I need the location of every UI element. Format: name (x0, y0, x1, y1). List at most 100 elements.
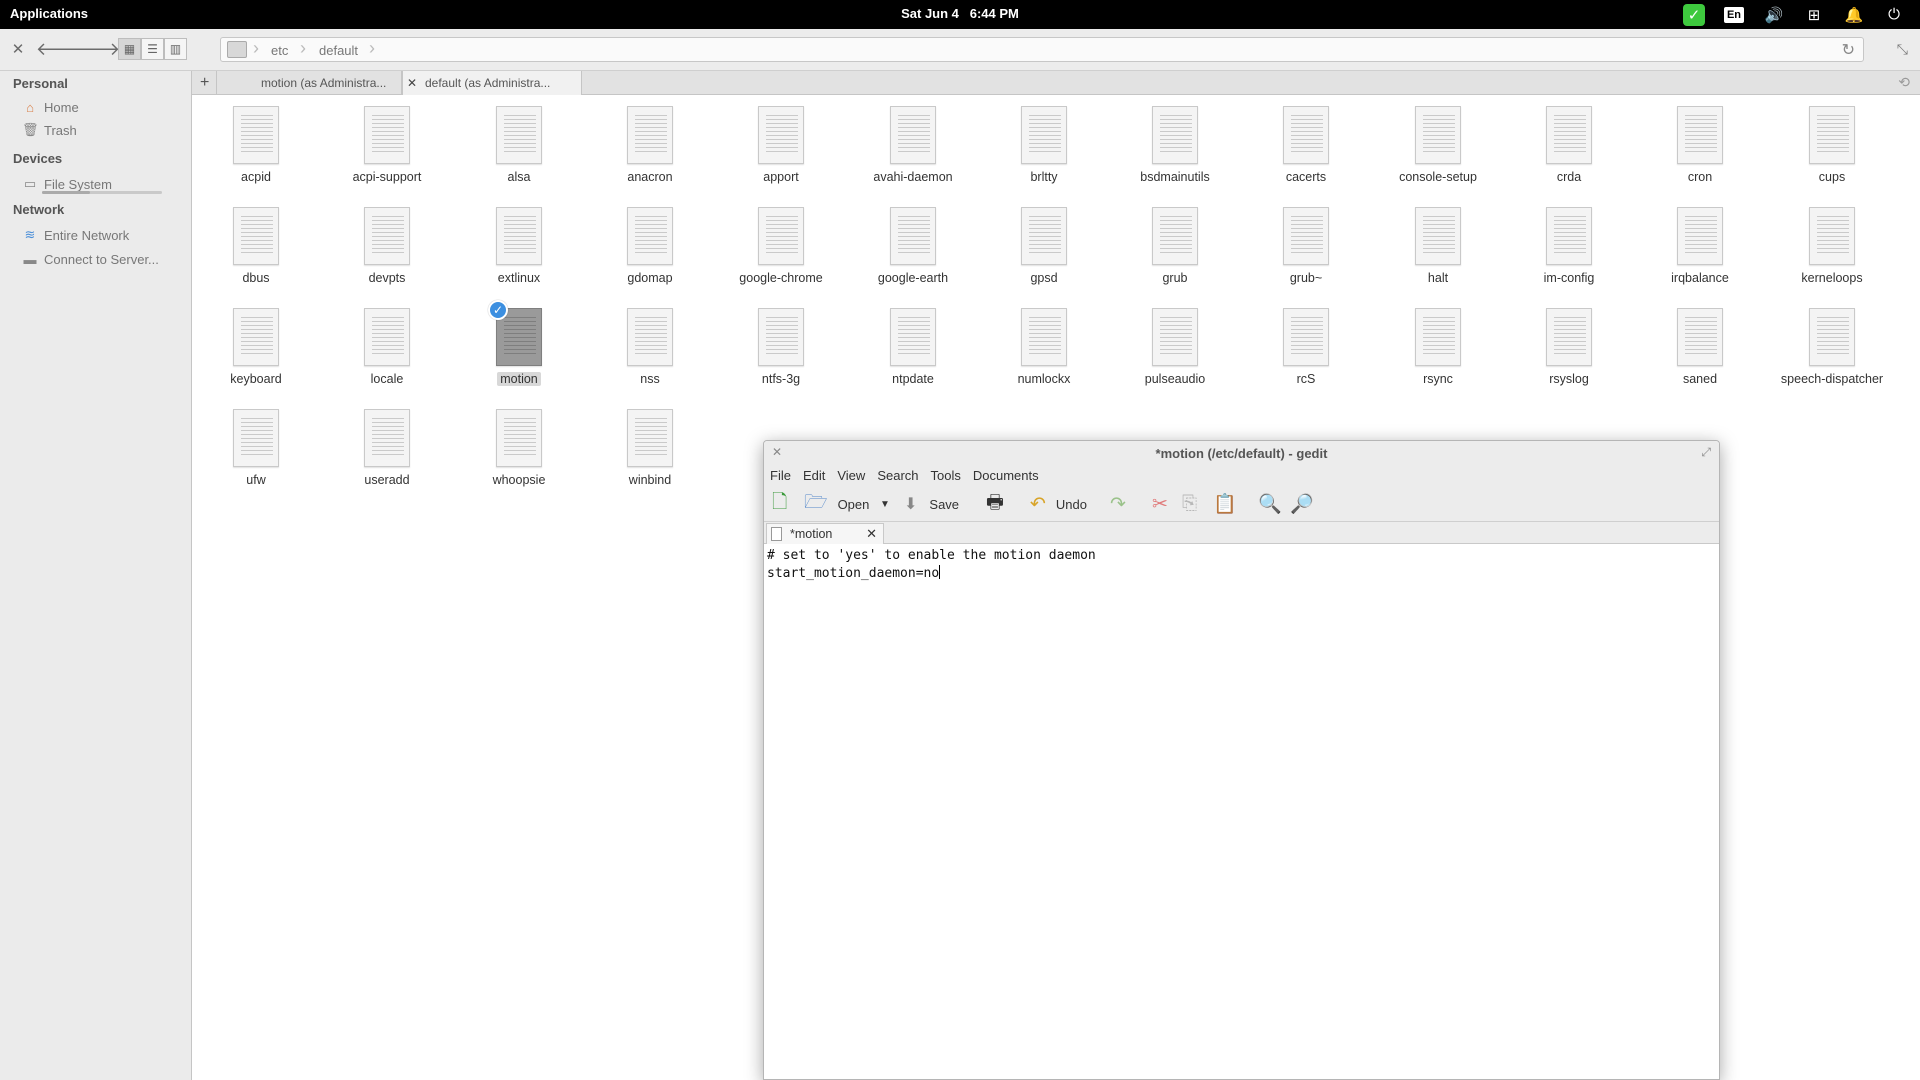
sidebar-item-entire-network[interactable]: ≋ Entire Network (22, 225, 130, 245)
icon-view-icon[interactable]: ▦ (118, 38, 141, 60)
window-titlebar[interactable]: ✕ *motion (/etc/default) - gedit ⤢ (764, 441, 1719, 466)
text-file-icon (758, 106, 804, 164)
tab-motion-doc[interactable]: *motion ✕ (766, 523, 884, 544)
file-item[interactable]: extlinux (455, 197, 583, 297)
file-item[interactable]: grub~ (1242, 197, 1370, 297)
text-file-icon (627, 106, 673, 164)
file-item[interactable]: kerneloops (1768, 197, 1896, 297)
keyboard-layout-icon[interactable]: En (1714, 0, 1754, 29)
file-item[interactable]: brltty (980, 96, 1108, 196)
file-item[interactable]: nss (586, 298, 714, 398)
list-view-icon[interactable]: ☰ (141, 38, 164, 60)
file-item[interactable]: halt (1374, 197, 1502, 297)
file-item[interactable]: im-config (1505, 197, 1633, 297)
back-icon[interactable]: 🡐 (36, 38, 84, 60)
file-item[interactable]: rcS (1242, 298, 1370, 398)
fullscreen-icon[interactable]: ⤡ (1897, 41, 1908, 58)
breadcrumb-etc[interactable]: etc (271, 43, 288, 58)
menu-file[interactable]: File (764, 466, 797, 486)
volume-icon[interactable]: 🔊 (1754, 0, 1794, 29)
file-item[interactable]: cron (1636, 96, 1764, 196)
file-item[interactable]: ufw (192, 399, 320, 499)
close-icon[interactable]: ✕ (866, 526, 877, 542)
tab-close-icon[interactable]: ✕ (403, 76, 421, 90)
file-item[interactable]: ntfs-3g (717, 298, 845, 398)
file-item[interactable]: ntpdate (849, 298, 977, 398)
file-item[interactable]: winbind (586, 399, 714, 499)
file-item[interactable]: avahi-daemon (849, 96, 977, 196)
new-document-button[interactable]: 🗋 (772, 486, 787, 522)
update-check-icon[interactable]: ✓ (1674, 0, 1714, 29)
file-item[interactable]: speech-dispatcher (1768, 298, 1896, 398)
forward-icon[interactable]: 🡒 (72, 38, 120, 60)
reload-icon[interactable]: ↻ (1842, 40, 1855, 60)
sidebar-item-trash[interactable]: 🗑 Trash (22, 120, 77, 140)
selection-check-icon[interactable]: ✓ (488, 300, 508, 320)
file-item[interactable]: devpts (323, 197, 451, 297)
file-item[interactable]: acpi-support (323, 96, 451, 196)
file-label: speech-dispatcher (1780, 372, 1884, 386)
menu-view[interactable]: View (831, 466, 871, 486)
file-item[interactable]: alsa (455, 96, 583, 196)
file-item[interactable]: gpsd (980, 197, 1108, 297)
file-item[interactable]: bsdmainutils (1111, 96, 1239, 196)
tab-motion[interactable]: motion (as Administra... (216, 71, 402, 95)
menu-tools[interactable]: Tools (925, 466, 967, 486)
file-item[interactable]: cups (1768, 96, 1896, 196)
file-item[interactable]: acpid (192, 96, 320, 196)
power-icon[interactable]: ⏻ (1874, 0, 1914, 29)
redo-button[interactable]: ↷ (1110, 486, 1126, 522)
close-icon[interactable]: ✕ (8, 39, 28, 59)
undo-button[interactable]: ↶ Undo (1030, 486, 1087, 522)
paste-button[interactable]: 📋 (1213, 486, 1237, 522)
drive-icon[interactable] (227, 41, 247, 58)
file-item[interactable]: cacerts (1242, 96, 1370, 196)
notifications-icon[interactable]: 🔔 (1834, 0, 1874, 29)
print-button[interactable]: 🖶 (986, 486, 1004, 522)
history-icon[interactable]: ⟲ (1898, 74, 1910, 91)
file-item[interactable]: keyboard (192, 298, 320, 398)
file-item[interactable]: apport (717, 96, 845, 196)
cut-button[interactable]: ✂ (1152, 486, 1168, 522)
file-item[interactable]: google-earth (849, 197, 977, 297)
network-icon[interactable]: ⊞ (1794, 0, 1834, 29)
save-button[interactable]: ⬇ Save (904, 486, 959, 522)
maximize-icon[interactable]: ⤢ (1701, 445, 1711, 460)
file-item[interactable]: console-setup (1374, 96, 1502, 196)
replace-button[interactable]: 🔎 (1290, 486, 1314, 522)
file-item[interactable]: useradd (323, 399, 451, 499)
file-item[interactable]: pulseaudio (1111, 298, 1239, 398)
file-item[interactable]: anacron (586, 96, 714, 196)
file-item[interactable]: numlockx (980, 298, 1108, 398)
breadcrumb-default[interactable]: default (319, 43, 358, 58)
file-item[interactable]: gdomap (586, 197, 714, 297)
file-item[interactable]: whoopsie (455, 399, 583, 499)
file-item[interactable]: google-chrome (717, 197, 845, 297)
file-item[interactable]: ✓ motion (455, 298, 583, 398)
file-item[interactable]: rsyslog (1505, 298, 1633, 398)
sidebar-item-home[interactable]: ⌂ Home (22, 97, 79, 117)
file-item[interactable]: dbus (192, 197, 320, 297)
clock-date[interactable]: Sat Jun 4 (901, 6, 959, 21)
clock-time[interactable]: 6:44 PM (970, 6, 1019, 21)
file-item[interactable]: irqbalance (1636, 197, 1764, 297)
file-item[interactable]: rsync (1374, 298, 1502, 398)
column-view-icon[interactable]: ▥ (164, 38, 187, 60)
menu-documents[interactable]: Documents (967, 466, 1045, 486)
recent-files-dropdown[interactable]: ▼ (880, 486, 890, 522)
file-item[interactable]: grub (1111, 197, 1239, 297)
file-item[interactable]: crda (1505, 96, 1633, 196)
file-item[interactable]: saned (1636, 298, 1764, 398)
new-tab-icon[interactable]: + (200, 74, 209, 92)
tab-default[interactable]: ✕ default (as Administra... (402, 71, 582, 95)
open-button[interactable]: 🗁 Open (804, 486, 869, 522)
copy-button[interactable]: ⎘ (1182, 486, 1197, 522)
menu-search[interactable]: Search (871, 466, 924, 486)
search-button[interactable]: 🔍 (1258, 486, 1282, 522)
file-item[interactable]: locale (323, 298, 451, 398)
location-bar[interactable]: › etc › default › ↻ (220, 37, 1864, 62)
menu-edit[interactable]: Edit (797, 466, 831, 486)
applications-menu[interactable]: Applications (10, 6, 88, 21)
sidebar-item-connect-server[interactable]: ▬ Connect to Server... (22, 249, 159, 269)
text-editor[interactable]: # set to 'yes' to enable the motion daem… (765, 545, 1718, 1079)
